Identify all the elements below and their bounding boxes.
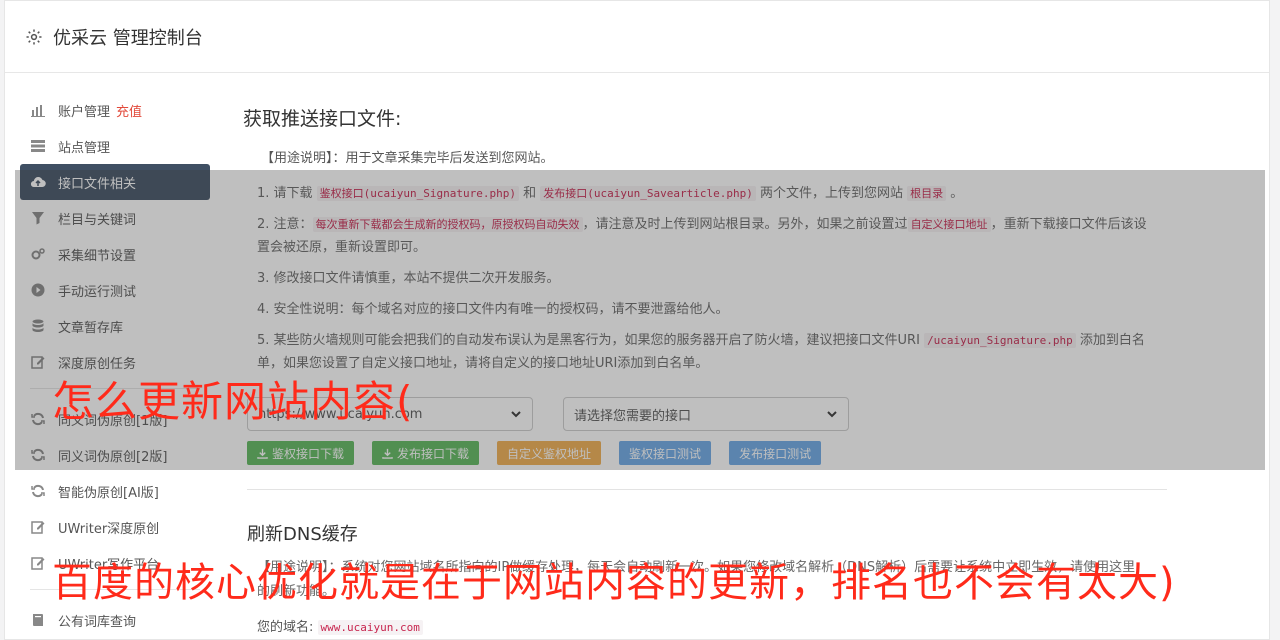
recharge-link[interactable]: 充值 bbox=[116, 101, 142, 120]
domain-value: www.ucaiyun.com bbox=[317, 620, 423, 635]
sidebar-item-account[interactable]: 账户管理 充值 bbox=[20, 92, 215, 128]
sidebar-item-label: 账户管理 bbox=[58, 104, 111, 120]
watermark-line-2: 百度的核心优化就是在于网站内容的更新，排名也不会有太大) bbox=[52, 560, 1176, 606]
refresh-icon bbox=[30, 483, 46, 499]
book-icon bbox=[30, 612, 46, 628]
dns-domain-row: 您的域名: www.ucaiyun.com bbox=[257, 616, 1163, 635]
watermark-line-1: 怎么更新网站内容( bbox=[52, 377, 414, 426]
sidebar-item-sites[interactable]: 站点管理 bbox=[20, 128, 215, 164]
console-header: 优采云 管理控制台 bbox=[5, 1, 1269, 73]
sidebar-item-label: UWriter深度原创 bbox=[58, 521, 160, 537]
usage-note: 【用途说明】：用于文章采集完毕后发送到您网站。 bbox=[261, 151, 554, 166]
sidebar-item-label: 站点管理 bbox=[58, 140, 111, 156]
console-title: 优采云 管理控制台 bbox=[53, 27, 203, 49]
sidebar-item-ai-rewrite[interactable]: 智能伪原创[AI版] bbox=[20, 473, 215, 509]
section-divider bbox=[247, 489, 1167, 490]
dns-section-title: 刷新DNS缓存 bbox=[247, 524, 358, 545]
server-icon bbox=[30, 138, 46, 154]
bar-chart-icon bbox=[30, 102, 46, 118]
edit-icon bbox=[30, 555, 46, 571]
edit-icon bbox=[30, 519, 46, 535]
domain-label: 您的域名: bbox=[257, 620, 314, 635]
sidebar-item-label: 公有词库查询 bbox=[58, 614, 137, 630]
gear-icon bbox=[25, 28, 43, 46]
sidebar-item-label: 智能伪原创[AI版] bbox=[58, 485, 159, 501]
section-title: 获取推送接口文件: bbox=[243, 108, 402, 130]
sidebar-item-uwriter-deep[interactable]: UWriter深度原创 bbox=[20, 509, 215, 545]
